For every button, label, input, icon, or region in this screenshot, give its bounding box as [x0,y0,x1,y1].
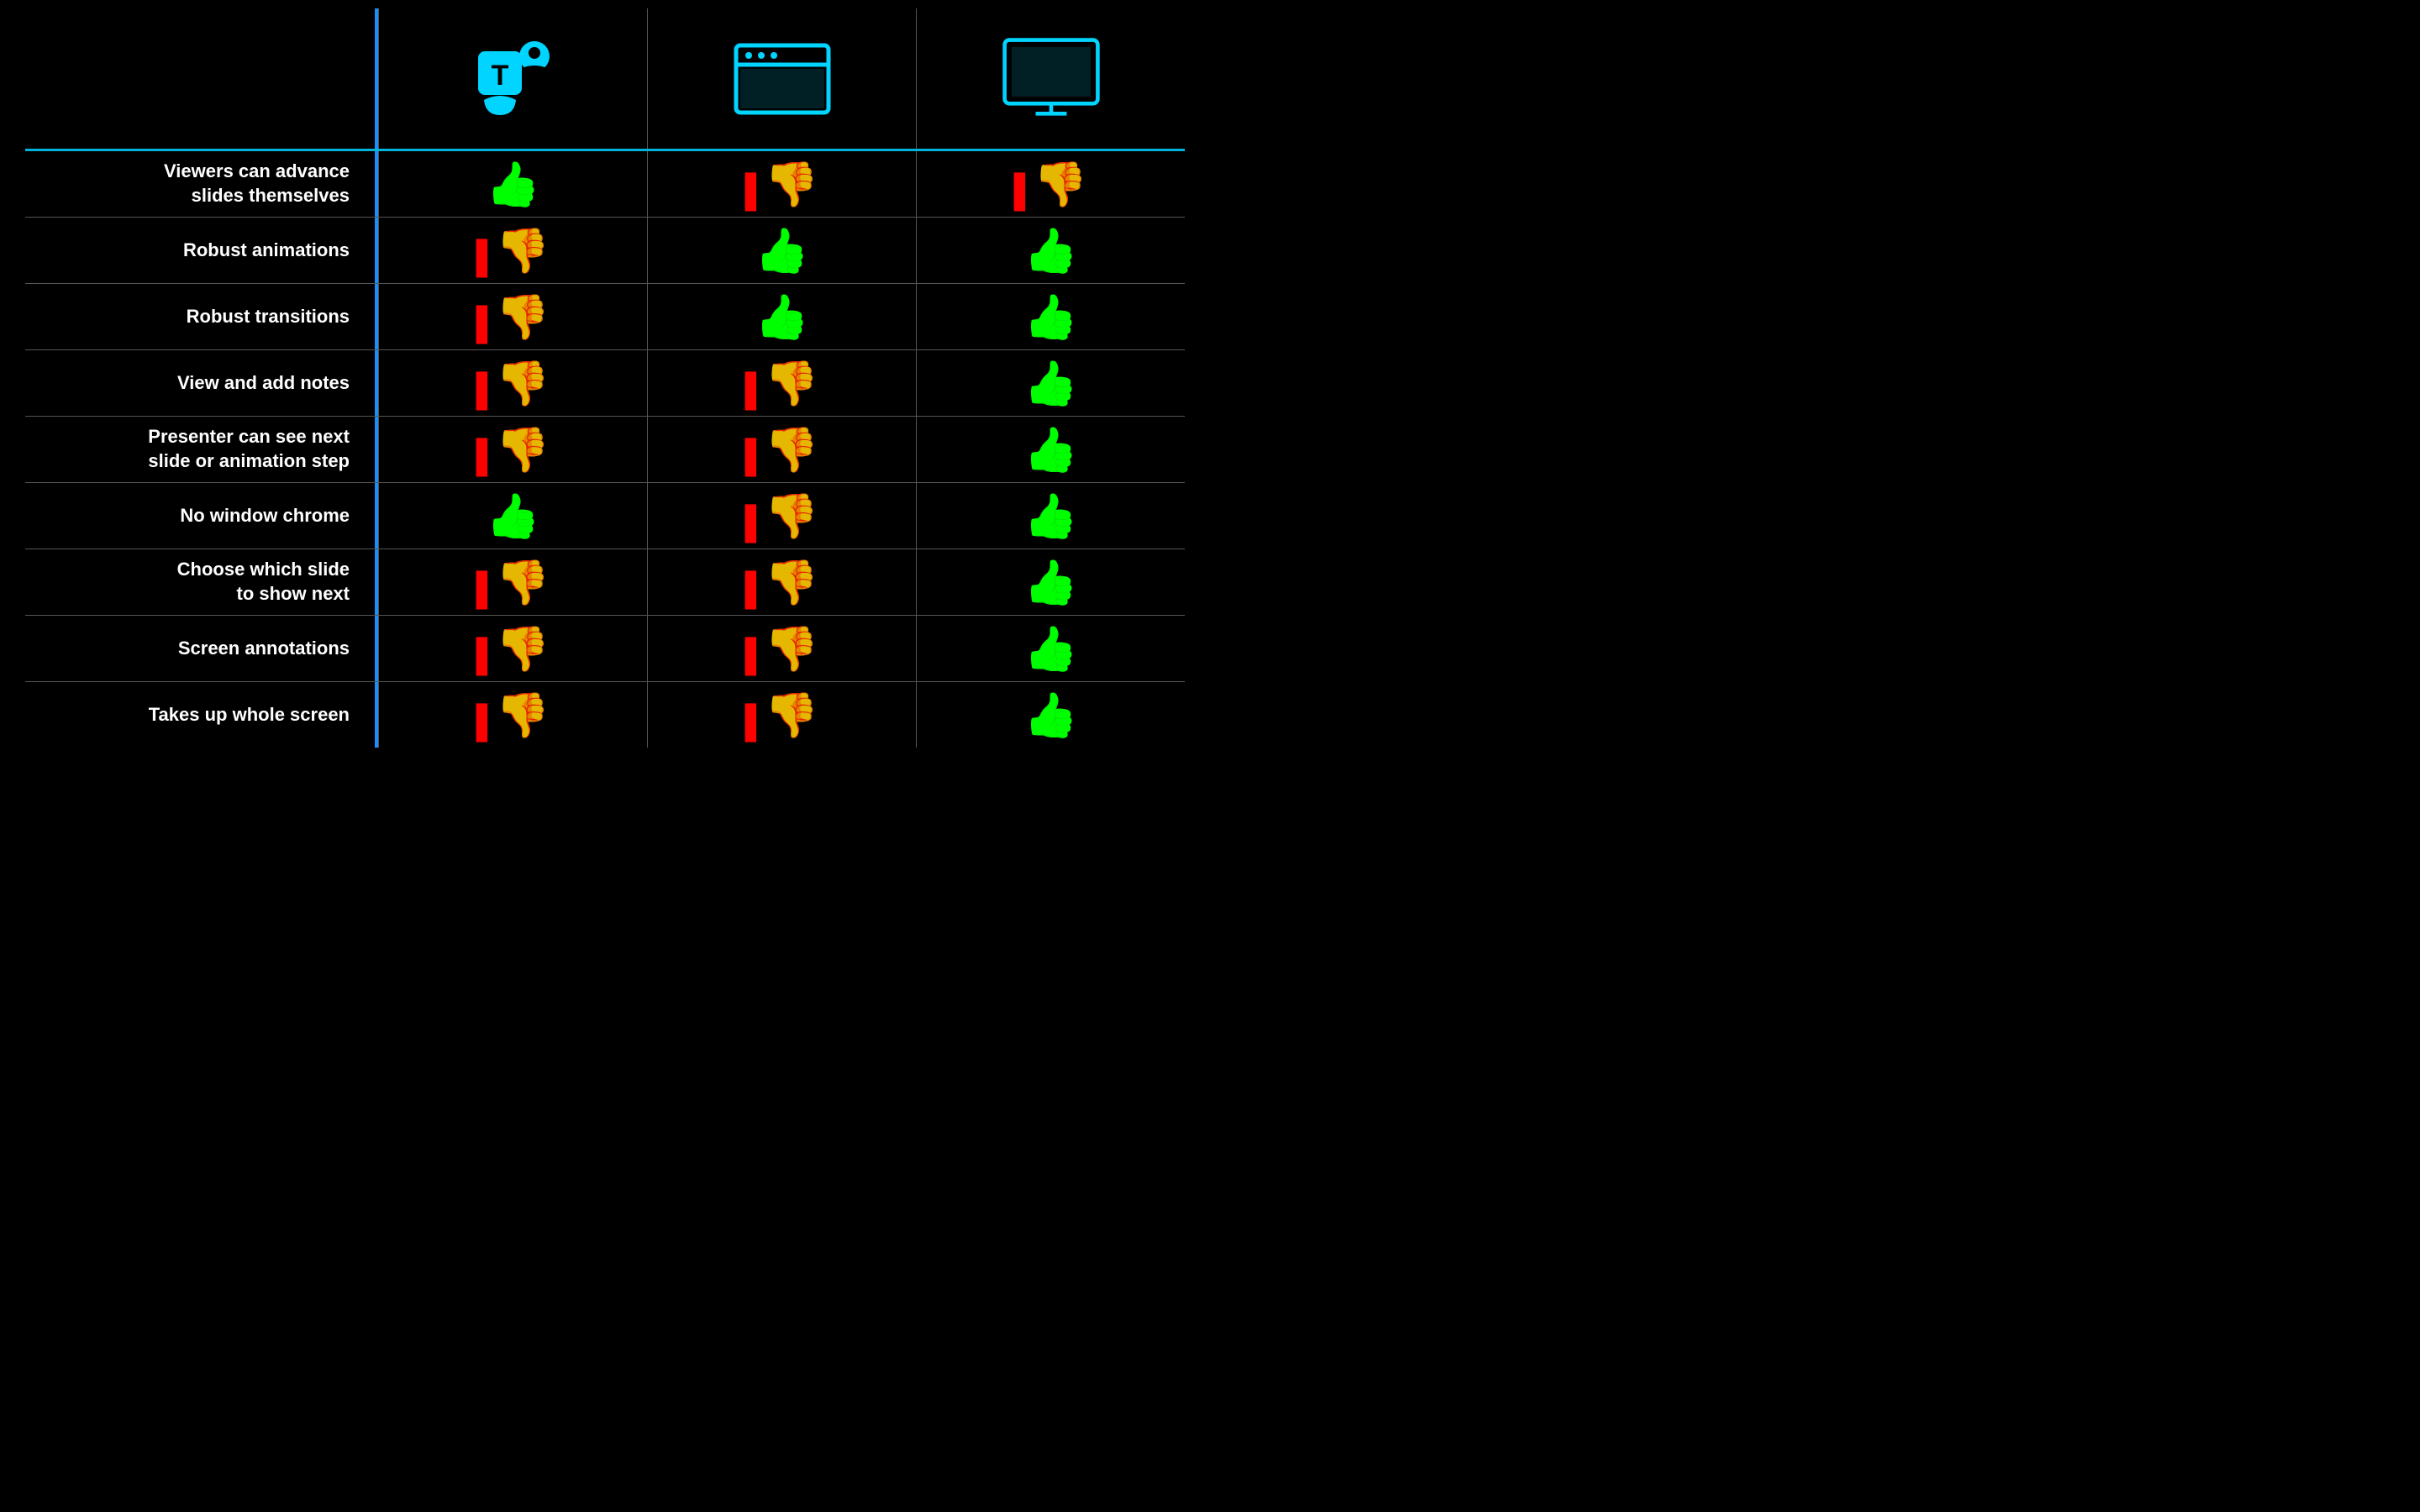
row-label: Robust animations [25,218,378,283]
row-label: Presenter can see next slide or animatio… [25,417,378,482]
table-row: Viewers can advance slides themselves👍▌👎… [25,151,1185,218]
cell-1-2: 👍 [916,218,1185,283]
cell-5-0: 👍 [378,483,647,549]
table-row: Choose which slide to show next▌👎▌👎👍 [25,549,1185,616]
row-label: Screen annotations [25,616,378,681]
cell-6-2: 👍 [916,549,1185,615]
table-row: No window chrome👍▌👎👍 [25,483,1185,549]
cell-1-0: ▌👎 [378,218,647,283]
cell-0-0: 👍 [378,151,647,217]
cell-6-0: ▌👎 [378,549,647,615]
table-row: Screen annotations▌👎▌👎👍 [25,616,1185,682]
header-col2-browser [647,8,916,149]
header-col3-desktop [916,8,1185,149]
cell-7-2: 👍 [916,616,1185,681]
data-rows: Viewers can advance slides themselves👍▌👎… [25,151,1185,748]
header-empty [25,8,378,149]
table-row: Presenter can see next slide or animatio… [25,417,1185,483]
header-col1-teams: T [378,8,647,149]
row-label: Robust transitions [25,284,378,349]
row-label: Choose which slide to show next [25,549,378,615]
svg-text:T: T [491,60,508,92]
cell-0-2: ▌👎 [916,151,1185,217]
comparison-table: T [25,8,1185,748]
cell-4-0: ▌👎 [378,417,647,482]
cell-5-2: 👍 [916,483,1185,549]
cell-3-1: ▌👎 [647,350,916,416]
cell-0-1: ▌👎 [647,151,916,217]
header-row: T [25,8,1185,151]
cell-3-0: ▌👎 [378,350,647,416]
table-row: Takes up whole screen▌👎▌👎👍 [25,682,1185,748]
cell-8-0: ▌👎 [378,682,647,748]
table-row: Robust animations▌👎👍👍 [25,218,1185,284]
row-label: Viewers can advance slides themselves [25,151,378,217]
cell-7-1: ▌👎 [647,616,916,681]
table-row: View and add notes▌👎▌👎👍 [25,350,1185,417]
cell-8-2: 👍 [916,682,1185,748]
cell-6-1: ▌👎 [647,549,916,615]
row-label: No window chrome [25,483,378,549]
row-label: Takes up whole screen [25,682,378,748]
cell-1-1: 👍 [647,218,916,283]
table-row: Robust transitions▌👎👍👍 [25,284,1185,350]
cell-8-1: ▌👎 [647,682,916,748]
cell-3-2: 👍 [916,350,1185,416]
cell-2-2: 👍 [916,284,1185,349]
row-label: View and add notes [25,350,378,416]
cell-4-2: 👍 [916,417,1185,482]
cell-7-0: ▌👎 [378,616,647,681]
cell-2-1: 👍 [647,284,916,349]
cell-5-1: ▌👎 [647,483,916,549]
cell-2-0: ▌👎 [378,284,647,349]
cell-4-1: ▌👎 [647,417,916,482]
